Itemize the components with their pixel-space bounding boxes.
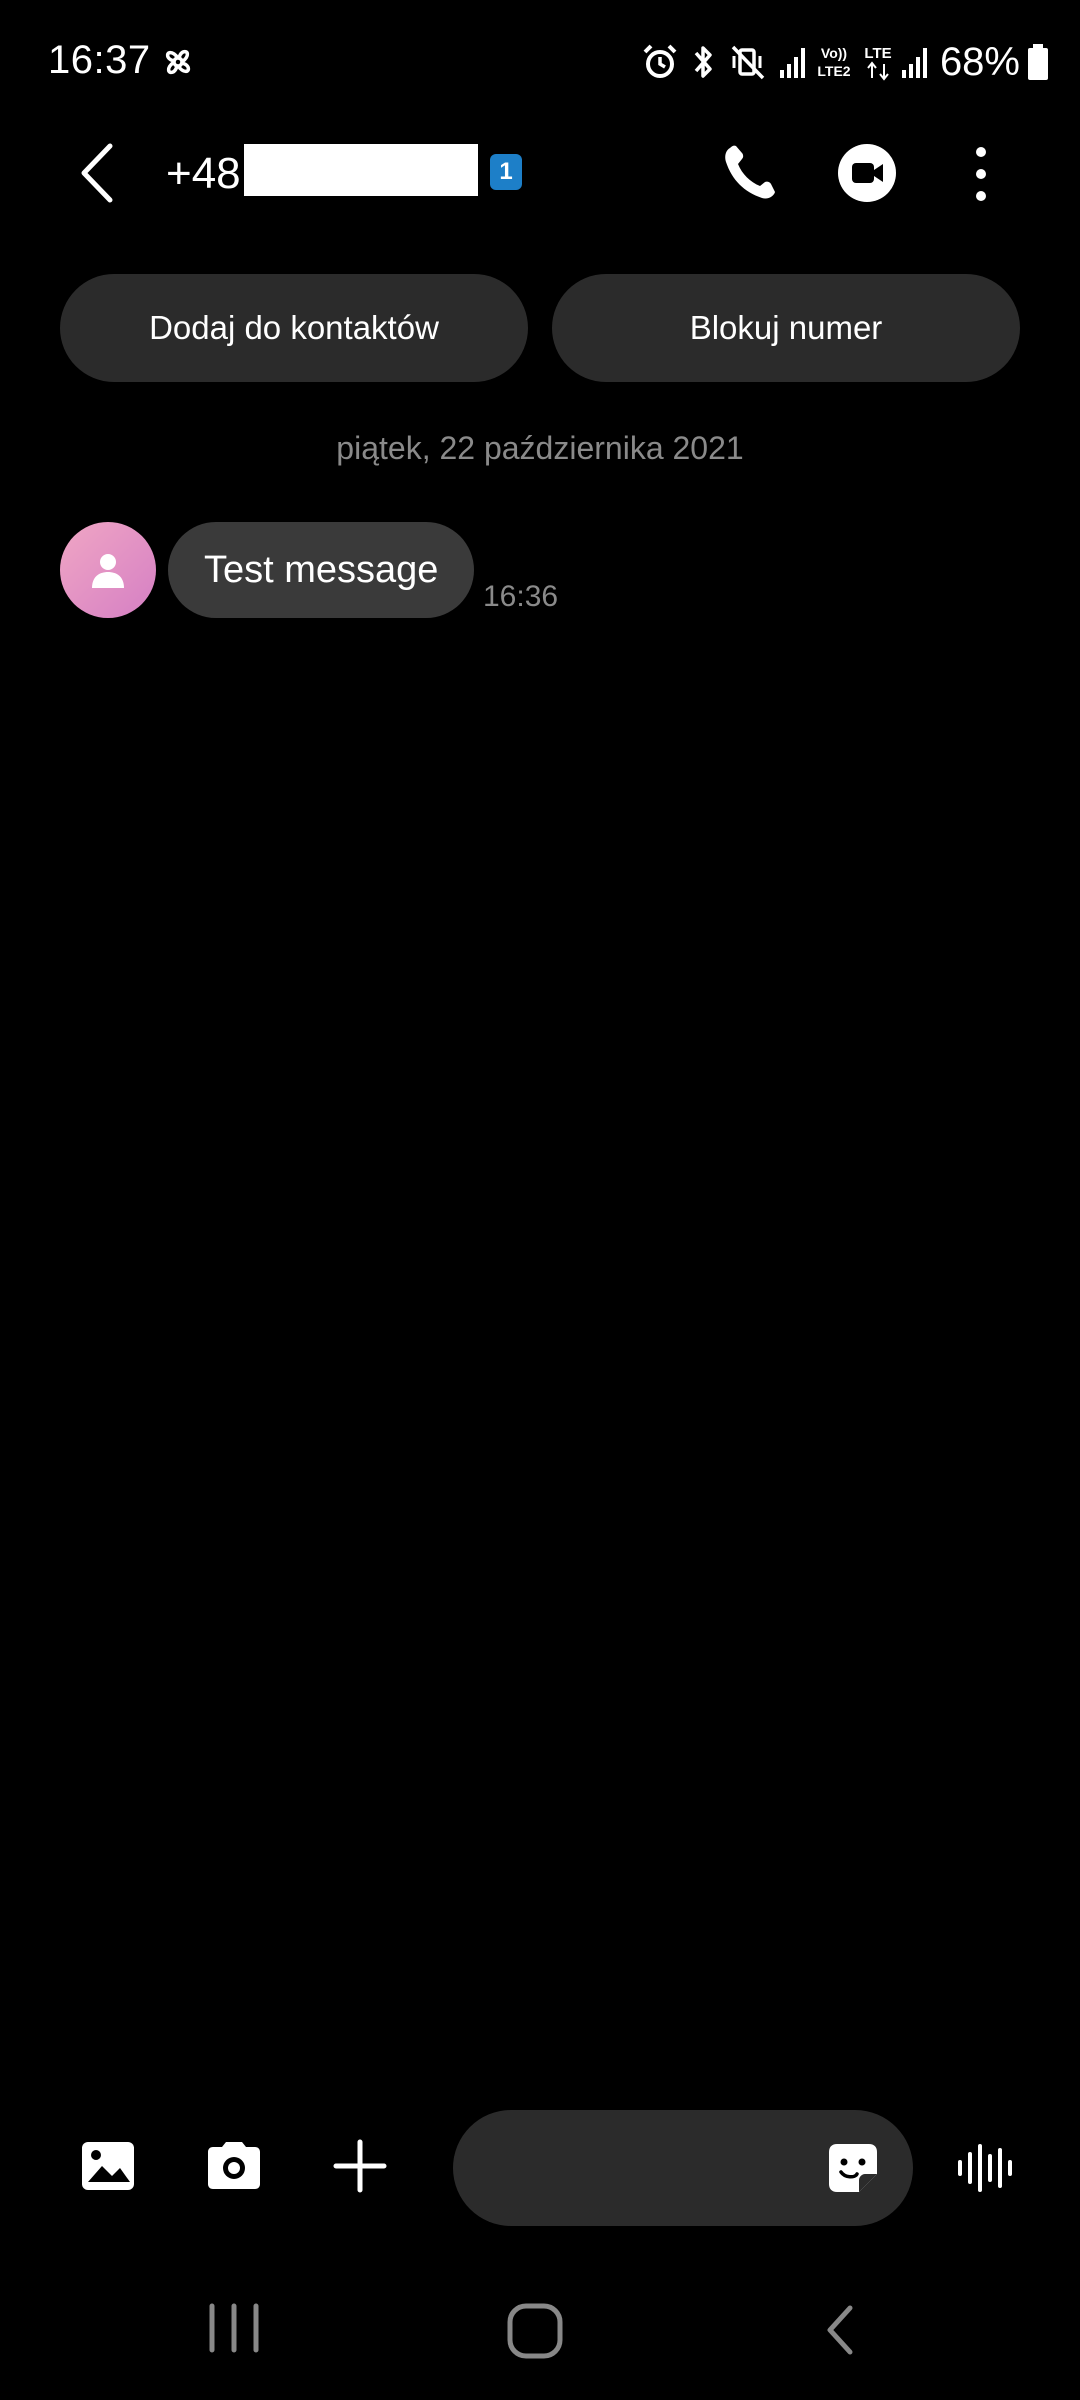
person-icon xyxy=(92,554,124,588)
more-options-button[interactable] xyxy=(966,144,996,204)
message-bubble[interactable]: Test message xyxy=(168,522,475,618)
back-button[interactable] xyxy=(70,140,130,206)
signal-icon xyxy=(779,48,805,78)
lte-icon: LTE xyxy=(864,45,892,81)
voice-record-icon[interactable] xyxy=(956,2142,1016,2194)
status-time: 16:37 xyxy=(48,38,151,82)
volte-lte2-icon: Vo)) LTE2 xyxy=(817,45,850,79)
signal-icon xyxy=(901,48,927,78)
vibrate-off-icon xyxy=(731,45,765,80)
block-number-button[interactable]: Blokuj numer xyxy=(552,274,1020,382)
sim-badge: 1 xyxy=(490,154,522,190)
composer-bar xyxy=(0,2110,1080,2226)
svg-text:LTE: LTE xyxy=(864,45,891,62)
bluetooth-icon xyxy=(694,46,712,78)
alarm-icon xyxy=(643,44,677,78)
add-attachment-icon[interactable] xyxy=(332,2138,388,2194)
system-back-button[interactable] xyxy=(820,2300,860,2360)
message-time: 16:36 xyxy=(483,580,559,613)
phone-call-button[interactable] xyxy=(718,140,778,206)
app-bar: +48 1 xyxy=(0,124,1080,224)
gallery-icon[interactable] xyxy=(80,2138,136,2194)
sticker-icon[interactable] xyxy=(825,2140,881,2196)
battery-icon xyxy=(1028,44,1048,80)
battery-percentage: 68% xyxy=(939,39,1020,84)
status-icons: Vo)) LTE2 LTE 68% xyxy=(640,40,1050,84)
add-to-contacts-button[interactable]: Dodaj do kontaktów xyxy=(60,274,528,382)
message-input-container[interactable] xyxy=(453,2110,913,2226)
svg-text:Vo)): Vo)) xyxy=(821,45,847,61)
fan-icon xyxy=(165,49,191,75)
home-button[interactable] xyxy=(506,2300,566,2360)
redacted-number xyxy=(244,144,478,196)
date-separator: piątek, 22 października 2021 xyxy=(336,430,744,466)
svg-text:LTE2: LTE2 xyxy=(817,63,850,79)
system-nav-bar xyxy=(0,2280,1080,2400)
recent-apps-button[interactable] xyxy=(206,2300,262,2356)
contact-avatar[interactable] xyxy=(60,522,156,618)
video-call-button[interactable] xyxy=(838,144,896,202)
contact-number[interactable]: +48 xyxy=(166,146,241,202)
camera-icon[interactable] xyxy=(204,2138,264,2194)
message-input[interactable] xyxy=(493,2140,813,2196)
status-bar: 16:37 Vo)) LTE2 LTE 68% xyxy=(0,0,1080,124)
